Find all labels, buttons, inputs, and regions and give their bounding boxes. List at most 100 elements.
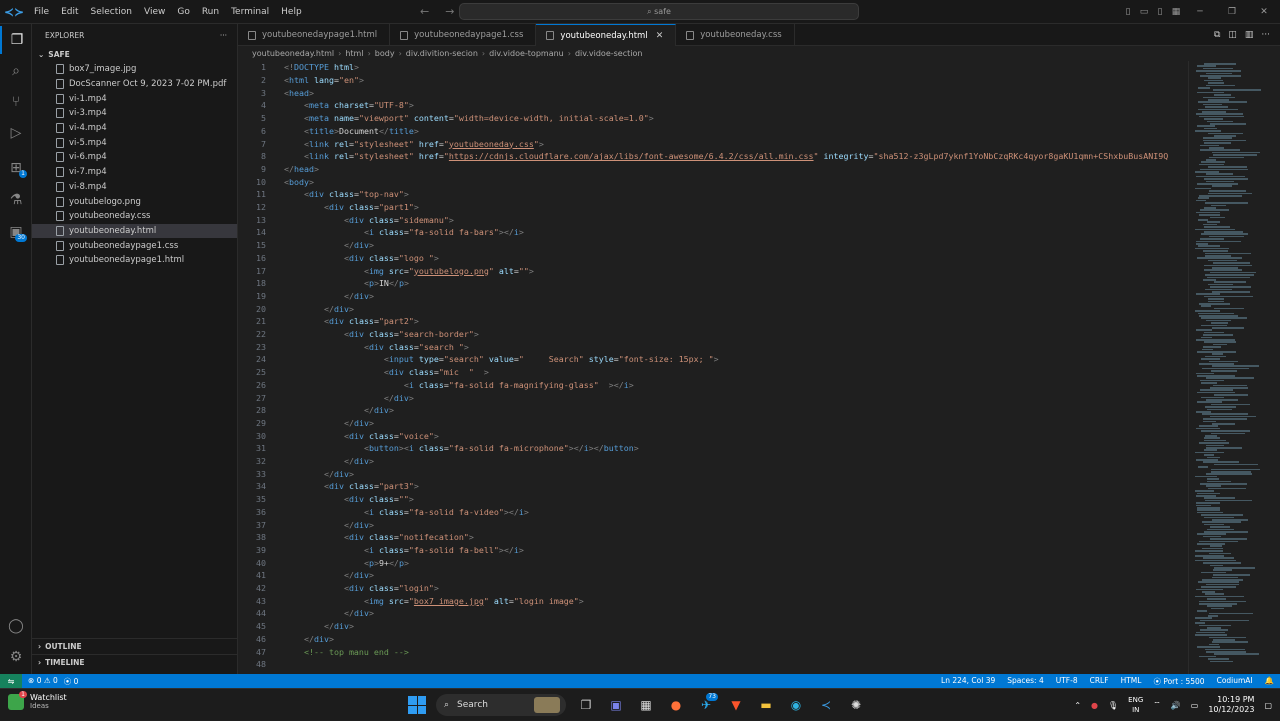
breadcrumb-item[interactable]: div.vidoe-topmanu [489, 49, 564, 58]
menu-run[interactable]: Run [196, 7, 225, 17]
code-line[interactable]: 12 <div class="part1"> [238, 201, 1188, 214]
code-line[interactable]: 31 <button><i class="fa-solid fa-microph… [238, 442, 1188, 455]
code-line[interactable]: 41 </div> [238, 569, 1188, 582]
open-preview-icon[interactable]: ⧉ [1214, 30, 1220, 40]
wifi-icon[interactable]: ⌔ [1153, 700, 1161, 710]
telegram-icon[interactable]: ✈ 73 [696, 693, 718, 715]
source-control-icon[interactable]: ⑂ [0, 88, 32, 116]
timeline-section[interactable]: › TIMELINE [32, 654, 238, 670]
remote-indicator-icon[interactable]: ⇋ [0, 674, 22, 688]
code-line[interactable]: 17 <img src="youtubelogo.png" alt=""> [238, 264, 1188, 277]
breadcrumb-item[interactable]: body [375, 49, 395, 58]
code-line[interactable]: 23 <div class="search "> [238, 340, 1188, 353]
code-line[interactable]: 27 </div> [238, 391, 1188, 404]
file-item[interactable]: vi-1.mp4 [32, 91, 237, 106]
more-actions-icon[interactable]: ··· [220, 31, 227, 40]
brave-icon[interactable]: ▼ [726, 695, 746, 715]
antivirus-icon[interactable]: ● [1091, 701, 1098, 710]
more-actions-icon[interactable]: ··· [1261, 30, 1270, 40]
code-line[interactable]: 8 <link rel="stylesheet" href="https://c… [238, 150, 1188, 163]
code-line[interactable]: 24 <input type="search" value=" Search" … [238, 353, 1188, 366]
code-line[interactable]: 43 <img src="box7_image.jpg" alt="login … [238, 594, 1188, 607]
file-item[interactable]: youtubelogo.png [32, 194, 237, 209]
firefox-icon[interactable]: ● [666, 695, 686, 715]
code-line[interactable]: 7 <link rel="stylesheet" href="youtubeon… [238, 137, 1188, 150]
show-hidden-icons-icon[interactable]: ⌃ [1074, 701, 1081, 710]
menu-terminal[interactable]: Terminal [225, 7, 275, 17]
code-line[interactable]: 21 <div class="part2"> [238, 315, 1188, 328]
microphone-icon[interactable]: 🎙 [1108, 701, 1118, 710]
edge-icon[interactable]: ◉ [786, 695, 806, 715]
maximize-button[interactable]: ❐ [1216, 7, 1248, 17]
file-item[interactable]: youtubeonedaypage1.html [32, 253, 237, 268]
code-line[interactable]: 35 <div class=""> [238, 493, 1188, 506]
file-item[interactable]: youtubeonedaypage1.css [32, 238, 237, 253]
task-view-icon[interactable]: ❐ [576, 695, 596, 715]
notification-center-icon[interactable]: ▢ [1264, 701, 1272, 710]
close-tab-icon[interactable]: ✕ [656, 31, 664, 41]
codium-ai[interactable]: CodiumAI [1217, 676, 1253, 687]
menu-selection[interactable]: Selection [85, 7, 138, 17]
file-item[interactable]: youtubeoneday.css [32, 209, 237, 224]
file-item[interactable]: DocScanner Oct 9, 2023 7-02 PM.pdf [32, 77, 237, 92]
encoding[interactable]: UTF-8 [1056, 676, 1078, 687]
code-line[interactable]: 29 </div> [238, 417, 1188, 430]
volume-icon[interactable]: 🔊 [1171, 701, 1181, 710]
command-center-search[interactable]: ⌕ safe [459, 3, 859, 20]
battery-icon[interactable]: ▭ [1191, 701, 1199, 710]
widgets-button[interactable]: 1 Watchlist Ideas [8, 690, 67, 710]
code-line[interactable]: 39 <i class="fa-solid fa-bell"></i> [238, 544, 1188, 557]
notifications-bell-icon[interactable]: 🔔 [1265, 676, 1274, 687]
code-line[interactable]: 16 <div class="logo "> [238, 252, 1188, 265]
file-item[interactable]: vi-5.mp4 [32, 135, 237, 150]
search-view-icon[interactable]: ⌕ [0, 57, 32, 85]
breadcrumb-item[interactable]: html [345, 49, 363, 58]
extensions-icon[interactable]: ⊞ 1 [0, 154, 32, 182]
tab-youtubeonedaypage1-html[interactable]: youtubeonedaypage1.html [238, 24, 391, 46]
windows-start-icon[interactable] [408, 696, 426, 714]
code-line[interactable]: 36 <i class="fa-solid fa-video"></i> [238, 506, 1188, 519]
code-line[interactable]: 44 </div> [238, 607, 1188, 620]
code-line[interactable]: 18 <p>IN</p> [238, 277, 1188, 290]
minimize-button[interactable]: ─ [1184, 7, 1216, 17]
back-arrow-icon[interactable]: ← [420, 5, 429, 18]
code-line[interactable]: 15 </div> [238, 239, 1188, 252]
remote-explorer-icon[interactable]: ▣ 30 [0, 218, 32, 246]
code-line[interactable]: 14 <i class="fa-solid fa-bars"></i> [238, 226, 1188, 239]
taskbar-search[interactable]: ⌕ Search [436, 694, 566, 716]
breadcrumb-item[interactable]: div.vidoe-section [575, 49, 643, 58]
breadcrumb-item[interactable]: div.divition-secion [406, 49, 478, 58]
code-line[interactable]: 46 </div> [238, 633, 1188, 646]
teams-chat-icon[interactable]: ▣ [606, 695, 626, 715]
code-line[interactable]: 42 <div class="login"> [238, 582, 1188, 595]
code-line[interactable]: 26 <i class="fa-solid fa-magnifying-glas… [238, 379, 1188, 392]
code-editor[interactable]: 1 <!DOCTYPE html> 2 <html lang="en"> 3 <head>… [238, 61, 1188, 674]
code-line[interactable]: 6 <title>Document</title> [238, 125, 1188, 138]
forward-arrow-icon[interactable]: → [445, 5, 454, 18]
code-line[interactable]: 13 <div class="sidemanu"> [238, 213, 1188, 226]
customize-layout-icon[interactable]: ▦ [1168, 7, 1184, 17]
tab-youtubeonedaypage1-css[interactable]: youtubeonedaypage1.css [390, 24, 537, 46]
code-line[interactable]: 1 <!DOCTYPE html> [238, 61, 1188, 74]
testing-icon[interactable]: ⚗ [0, 186, 32, 214]
live-server-port[interactable]: ⦿ Port : 5500 [1153, 676, 1204, 687]
accounts-icon[interactable]: ◯ [0, 612, 32, 640]
vscode-taskbar-icon[interactable]: ≺ [816, 695, 836, 715]
code-line[interactable]: 37 </div> [238, 518, 1188, 531]
file-item[interactable]: vi-6.mp4 [32, 150, 237, 165]
code-line[interactable]: 33 </div> [238, 467, 1188, 480]
file-item[interactable]: vi-7.mp4 [32, 165, 237, 180]
code-line[interactable]: 10 <body> [238, 175, 1188, 188]
input-language[interactable]: ENG IN [1128, 695, 1143, 715]
code-line[interactable]: 45 </div> [238, 620, 1188, 633]
minimap[interactable] [1188, 61, 1280, 674]
ports-indicator[interactable]: ⦿ 0 [64, 676, 79, 687]
code-line[interactable]: 30 <div class="voice"> [238, 429, 1188, 442]
file-item[interactable]: vi-4.mp4 [32, 121, 237, 136]
menu-help[interactable]: Help [275, 7, 308, 17]
toggle-secondary-sidebar-icon[interactable]: ▯ [1152, 7, 1168, 17]
file-item[interactable]: vi-3.mp4 [32, 106, 237, 121]
menu-go[interactable]: Go [171, 7, 195, 17]
code-line[interactable]: 22 <div class="search-border"> [238, 328, 1188, 341]
code-line[interactable]: 48 [238, 658, 1188, 671]
